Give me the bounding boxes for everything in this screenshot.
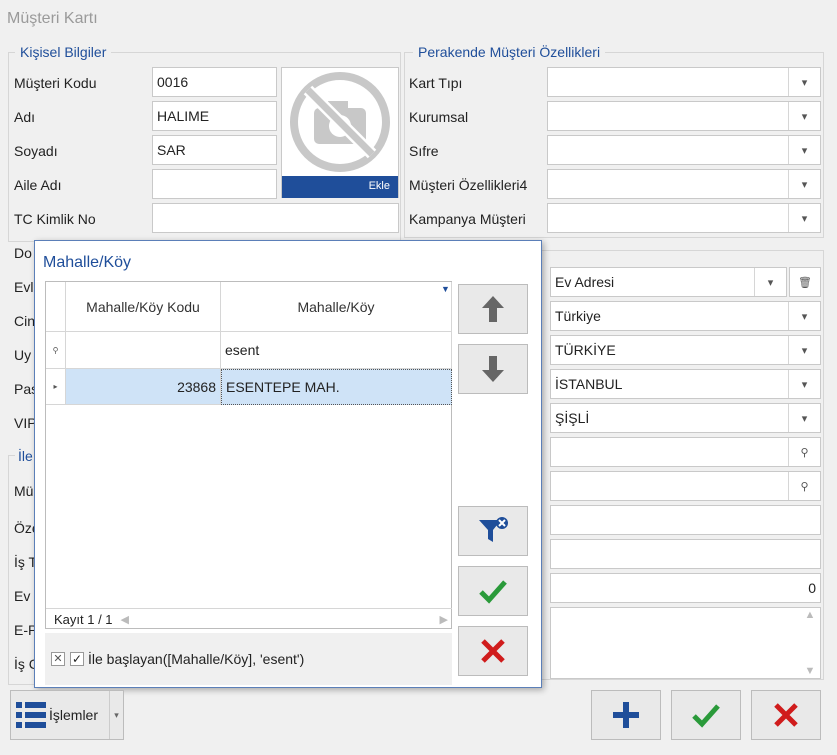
- filter-name-cell[interactable]: esent: [221, 332, 452, 369]
- partial-label: Mü: [14, 483, 34, 499]
- city-select[interactable]: İSTANBUL ▾: [550, 369, 821, 399]
- corporate-label: Kurumsal: [409, 109, 469, 125]
- actions-label: İşlemler: [49, 707, 99, 723]
- card-type-label: Kart Tıpı: [409, 75, 463, 91]
- filter-enabled-checkbox[interactable]: ✓: [70, 652, 84, 666]
- filter-icon[interactable]: ▼: [441, 284, 450, 294]
- chevron-down-icon[interactable]: ▾: [109, 691, 123, 739]
- checkmark-icon: [479, 580, 507, 604]
- features4-label: Müşteri Özellikleri4: [409, 177, 528, 193]
- row-pointer-icon: ▸: [46, 369, 66, 405]
- close-icon: [774, 703, 798, 727]
- auto-filter-row-icon: ⚲: [46, 332, 66, 369]
- filter-text: İle başlayan([Mahalle/Köy], 'esent'): [88, 651, 305, 667]
- country-select[interactable]: Türkiye ▾: [550, 301, 821, 331]
- filter-clear-icon: [479, 517, 508, 542]
- chevron-down-icon[interactable]: ▾: [788, 204, 820, 232]
- save-button[interactable]: [671, 690, 741, 740]
- name-label: Adı: [14, 109, 36, 125]
- features4-select[interactable]: ▾: [547, 169, 821, 199]
- arrow-up-icon: [482, 296, 504, 322]
- clear-filter-icon[interactable]: ✕: [51, 652, 65, 666]
- partial-label: Uy: [14, 347, 32, 363]
- actions-button[interactable]: İşlemler ▾: [10, 690, 124, 740]
- delete-address-button[interactable]: 🗑: [789, 267, 821, 297]
- neighborhood-lookup[interactable]: ⚲: [550, 437, 821, 467]
- chevron-down-icon[interactable]: ▾: [788, 136, 820, 164]
- move-down-button[interactable]: [458, 344, 528, 394]
- campaign-select[interactable]: ▾: [547, 203, 821, 233]
- dialog-cancel-button[interactable]: [458, 626, 528, 676]
- country-upper-select[interactable]: TÜRKİYE ▾: [550, 335, 821, 365]
- number-field[interactable]: 0: [550, 573, 821, 603]
- partial-label: Do: [14, 245, 32, 261]
- record-info: Kayıt 1 / 1: [54, 611, 113, 627]
- row-code-cell[interactable]: 23868: [66, 369, 221, 405]
- chevron-down-icon[interactable]: ▾: [788, 370, 820, 398]
- retail-title: Perakende Müşteri Özellikleri: [413, 44, 606, 60]
- checkmark-icon: [692, 704, 720, 728]
- street-lookup[interactable]: ⚲: [550, 471, 821, 501]
- chevron-down-icon[interactable]: ▾: [788, 404, 820, 432]
- tc-label: TC Kimlik No: [14, 211, 96, 227]
- name-field[interactable]: HALIME: [152, 101, 277, 131]
- customer-code-field[interactable]: 0016: [152, 67, 277, 97]
- photo-box[interactable]: Ekle: [281, 67, 399, 198]
- corporate-select[interactable]: ▾: [547, 101, 821, 131]
- photo-add-button[interactable]: Ekle: [282, 176, 398, 198]
- family-name-label: Aile Adı: [14, 177, 62, 193]
- address-type-select[interactable]: Ev Adresi ▾: [550, 267, 787, 297]
- chevron-down-icon[interactable]: ▾: [788, 102, 820, 130]
- window-title: Müşteri Kartı: [7, 10, 98, 27]
- partial-label: Ev: [14, 588, 31, 604]
- surname-field[interactable]: SAR: [152, 135, 277, 165]
- clear-filter-button[interactable]: [458, 506, 528, 556]
- family-name-field[interactable]: [152, 169, 277, 199]
- search-icon[interactable]: ⚲: [788, 472, 820, 500]
- col-name-header[interactable]: Mahalle/Köy: [221, 282, 452, 332]
- partial-label: İle: [15, 448, 36, 464]
- card-type-select[interactable]: ▾: [547, 67, 821, 97]
- neighborhood-grid: Mahalle/Köy Kodu Mahalle/Köy ▼ ⚲ esent ▸…: [45, 281, 452, 629]
- password-select[interactable]: ▾: [547, 135, 821, 165]
- partial-label: Evl: [14, 279, 34, 295]
- move-up-button[interactable]: [458, 284, 528, 334]
- filter-panel: ✕ ✓ İle başlayan([Mahalle/Köy], 'esent'): [45, 633, 452, 685]
- address-line-field[interactable]: [550, 505, 821, 535]
- row-indicator-header: [46, 282, 66, 332]
- arrow-down-icon: [482, 356, 504, 382]
- filter-code-cell[interactable]: [66, 332, 221, 369]
- cancel-button[interactable]: [751, 690, 821, 740]
- no-camera-icon: [282, 68, 398, 176]
- neighborhood-dialog: Mahalle/Köy Mahalle/Köy Kodu Mahalle/Köy…: [34, 240, 542, 688]
- col-code-header[interactable]: Mahalle/Köy Kodu: [66, 282, 221, 332]
- horizontal-scrollbar[interactable]: ◀ ▶: [121, 613, 448, 626]
- tc-field[interactable]: [152, 203, 399, 233]
- add-button[interactable]: [591, 690, 661, 740]
- chevron-down-icon[interactable]: ▾: [788, 68, 820, 96]
- trash-icon: 🗑: [798, 276, 812, 289]
- surname-label: Soyadı: [14, 143, 58, 159]
- list-icon: [16, 702, 46, 728]
- customer-code-label: Müşteri Kodu: [14, 75, 97, 91]
- row-name-cell[interactable]: ESENTEPE MAH.: [221, 369, 452, 405]
- chevron-down-icon[interactable]: ▾: [788, 302, 820, 330]
- building-field[interactable]: [550, 539, 821, 569]
- partial-label: Cin: [14, 313, 36, 329]
- district-select[interactable]: ŞİŞLİ ▾: [550, 403, 821, 433]
- search-icon[interactable]: ⚲: [788, 438, 820, 466]
- note-scrollbar[interactable]: ▲ ▼: [801, 609, 819, 677]
- dialog-ok-button[interactable]: [458, 566, 528, 616]
- grid-footer: Kayıt 1 / 1 ◀ ▶: [46, 608, 452, 629]
- campaign-label: Kampanya Müşteri: [409, 211, 526, 227]
- dialog-title: Mahalle/Köy: [43, 254, 132, 271]
- plus-icon: [613, 702, 639, 728]
- password-label: Sıfre: [409, 143, 439, 159]
- chevron-down-icon[interactable]: ▾: [788, 170, 820, 198]
- close-icon: [481, 639, 505, 663]
- chevron-down-icon[interactable]: ▾: [788, 336, 820, 364]
- personal-info-title: Kişisel Bilgiler: [15, 44, 112, 60]
- address-note-field[interactable]: [550, 607, 821, 679]
- chevron-down-icon[interactable]: ▾: [754, 268, 786, 296]
